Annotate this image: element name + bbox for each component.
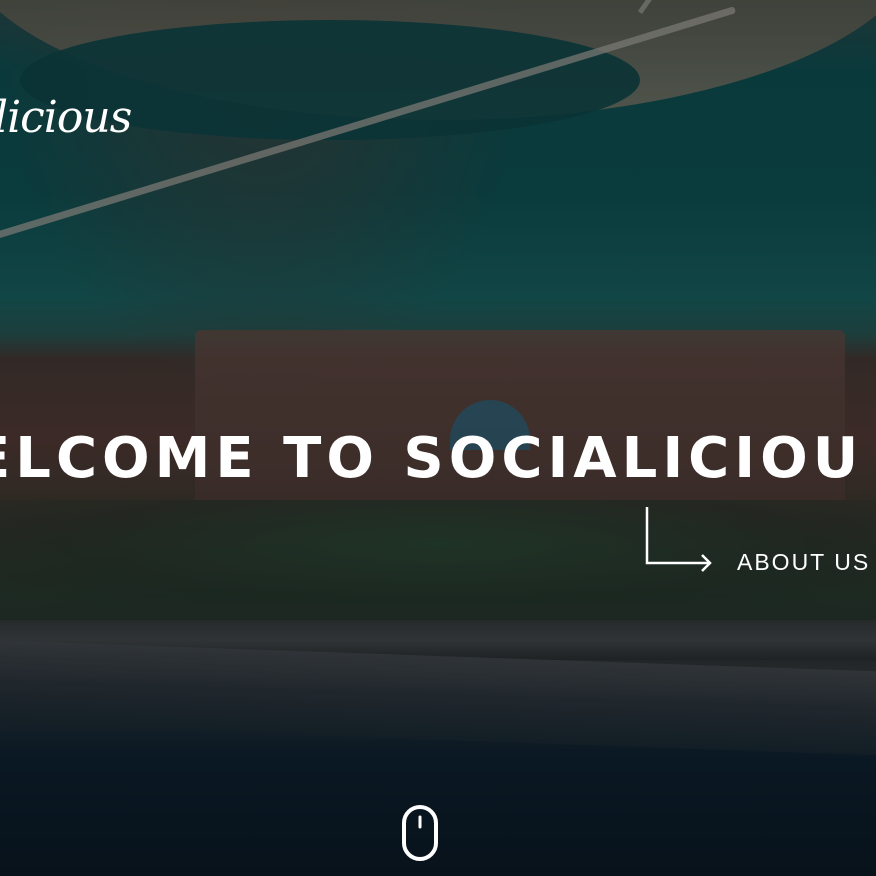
about-us-label: ABOUT US — [737, 549, 871, 575]
site-logo[interactable]: licious — [0, 92, 132, 143]
arrow-down-right-icon — [645, 507, 712, 572]
mouse-scroll-icon[interactable] — [401, 805, 439, 861]
about-us-link[interactable]: ABOUT US — [642, 505, 876, 581]
hero-section: licious ELCOME TO SOCIALICIOU ABOUT US — [0, 0, 876, 876]
hero-headline: ELCOME TO SOCIALICIOU — [0, 427, 864, 491]
